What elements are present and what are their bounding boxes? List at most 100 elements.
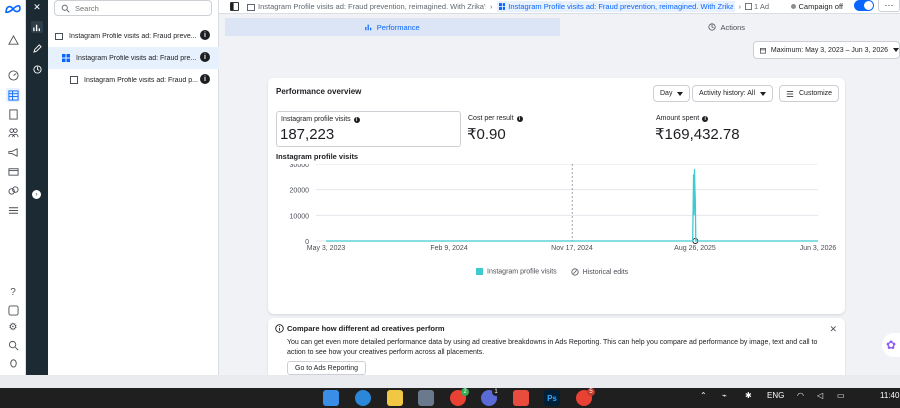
chevron-down-icon	[677, 91, 684, 96]
meta-logo-icon[interactable]	[4, 4, 22, 16]
profile-visits-chart: 0100002000030000May 3, 2023 Feb 9, 2024 No…	[290, 164, 836, 252]
date-range-picker[interactable]: Maximum: May 3, 2023 – Jun 3, 2026	[753, 41, 900, 59]
info-icon[interactable]: i	[200, 52, 210, 62]
folder-icon	[55, 33, 63, 40]
wifi-icon[interactable]: ◠	[797, 391, 804, 400]
search-icon	[61, 4, 70, 13]
tab-actions[interactable]: Actions	[560, 18, 895, 36]
megaphone-icon[interactable]	[6, 145, 20, 159]
x-tick-label: Aug 26, 2025	[674, 245, 716, 252]
info-icon[interactable]: i	[200, 30, 210, 40]
store-icon[interactable]	[418, 390, 434, 406]
taskbar: 2 1 Ps 5 ⌃ ⌁ ✱ ENG ◠ ◁ ▭ 11:40	[0, 388, 900, 408]
tab-performance[interactable]: Performance	[225, 18, 560, 36]
legend-swatch	[476, 268, 483, 276]
more-options-button[interactable]: ···	[878, 0, 900, 12]
x-tick-label: May 3, 2023	[307, 245, 346, 252]
assistant-widget-icon[interactable]: ✿	[882, 333, 900, 357]
file-explorer-icon[interactable]	[387, 390, 403, 406]
legend-item-profile-visits[interactable]: Instagram profile visits	[476, 268, 557, 276]
metric-label: Amount spent i	[656, 115, 709, 122]
tree-item-adset[interactable]: Instagram Profile visits ad: Fraud pre..…	[48, 47, 219, 69]
search-box[interactable]	[54, 0, 212, 16]
breadcrumb-adset[interactable]: Instagram Profile visits ad: Fraud preve…	[496, 1, 735, 12]
actions-icon	[708, 23, 717, 31]
tab-label: Actions	[720, 22, 746, 32]
chart-legend: Instagram profile visits Historical edit…	[476, 268, 628, 276]
volume-icon[interactable]: ◁	[817, 391, 823, 400]
info-icon[interactable]: i	[200, 74, 210, 84]
main-content: Performance Actions Maximum: May 3, 2023…	[219, 15, 900, 375]
grid-icon	[498, 3, 506, 10]
tree-item-ad[interactable]: Instagram Profile visits ad: Fraud p... …	[48, 69, 219, 91]
clock[interactable]: 11:40	[880, 391, 899, 400]
chevron-up-icon[interactable]: ⌃	[700, 391, 707, 400]
report-icon[interactable]	[6, 303, 20, 317]
info-outline-icon	[275, 324, 284, 333]
sidebar-toggle-icon[interactable]	[230, 2, 239, 11]
granularity-select[interactable]: Day	[653, 85, 691, 102]
tab-bar: Performance Actions	[225, 18, 894, 36]
expand-chevron-icon[interactable]: ›	[32, 190, 41, 199]
close-icon[interactable]: ✕	[829, 324, 837, 335]
chevron-down-icon	[760, 91, 767, 96]
close-icon[interactable]: ✕	[31, 1, 43, 13]
grid-icon	[62, 54, 70, 62]
history-clock-icon[interactable]	[31, 63, 43, 75]
metric-profile-visits[interactable]: Instagram profile visits i 187,223	[276, 111, 461, 147]
ad-icon	[745, 3, 752, 10]
menu-icon[interactable]	[6, 203, 20, 217]
start-windows-icon[interactable]	[323, 390, 339, 406]
chart-title: Instagram profile visits	[276, 152, 359, 161]
insights-icon[interactable]	[6, 183, 20, 197]
chrome-profile-icon[interactable]: 5	[576, 388, 595, 406]
metric-amount-spent[interactable]: Amount spent i ₹169,432.78	[652, 111, 837, 147]
metric-cost-per-result[interactable]: Cost per result i ₹0.90	[464, 111, 644, 147]
campaigns-table-icon[interactable]	[6, 88, 20, 102]
info-icon[interactable]: i	[353, 116, 360, 123]
info-icon[interactable]: i	[702, 115, 709, 122]
breadcrumb-campaign[interactable]: Instagram Profile visits ad: Fraud preve…	[258, 2, 486, 11]
photoshop-icon[interactable]: Ps	[544, 390, 560, 406]
metric-label: Cost per result i	[468, 115, 523, 122]
search-input[interactable]	[75, 3, 205, 13]
network-icon[interactable]: ⌁	[722, 391, 727, 400]
catalog-icon[interactable]	[6, 107, 20, 121]
edge-browser-icon[interactable]	[355, 390, 371, 406]
language-indicator[interactable]: ENG	[767, 391, 784, 400]
activity-history-value: Activity history: All	[699, 90, 756, 97]
calendar-icon	[760, 47, 766, 53]
campaign-toggle[interactable]	[854, 0, 874, 11]
bluetooth-icon[interactable]: ✱	[745, 391, 752, 400]
alert-icon[interactable]	[6, 33, 20, 47]
home-app-icon[interactable]	[513, 390, 529, 406]
billing-icon[interactable]	[6, 164, 20, 178]
card-title: Performance overview	[276, 87, 362, 96]
tree-item-label: Instagram Profile visits ad: Fraud p...	[84, 76, 198, 84]
customize-button[interactable]: Customize	[779, 85, 840, 102]
dashboard-icon[interactable]	[6, 68, 20, 82]
customize-label: Customize	[799, 90, 833, 97]
tree-item-campaign[interactable]: Instagram Profile visits ad: Fraud preve…	[48, 25, 219, 47]
notice-body: You can get even more detailed performan…	[287, 339, 818, 356]
help-icon[interactable]: ?	[6, 285, 20, 299]
search-icon[interactable]	[6, 338, 20, 352]
chrome-icon[interactable]: 2	[450, 388, 469, 406]
legend-item-historical-edits[interactable]: Historical edits	[571, 268, 628, 276]
notification-badge: 1	[492, 388, 500, 396]
notification-badge: 5	[587, 388, 595, 396]
x-tick-label: Feb 9, 2024	[430, 245, 467, 252]
settings-gear-icon[interactable]: ⚙	[6, 320, 20, 334]
bar-chart-icon[interactable]	[31, 21, 43, 33]
info-icon[interactable]: i	[516, 115, 523, 122]
battery-icon[interactable]: ▭	[837, 391, 845, 400]
audiences-icon[interactable]	[6, 125, 20, 139]
chevron-right-icon: ›	[490, 2, 493, 11]
edit-pencil-icon[interactable]	[31, 42, 43, 54]
app-icon[interactable]: 1	[481, 388, 500, 406]
breadcrumb-ad[interactable]: 1 Ad	[754, 2, 769, 11]
go-to-ads-reporting-button[interactable]: Go to Ads Reporting	[287, 361, 367, 375]
bug-icon[interactable]	[6, 355, 20, 369]
activity-history-select[interactable]: Activity history: All	[692, 85, 774, 102]
app-rail: ? ⚙	[0, 0, 26, 375]
